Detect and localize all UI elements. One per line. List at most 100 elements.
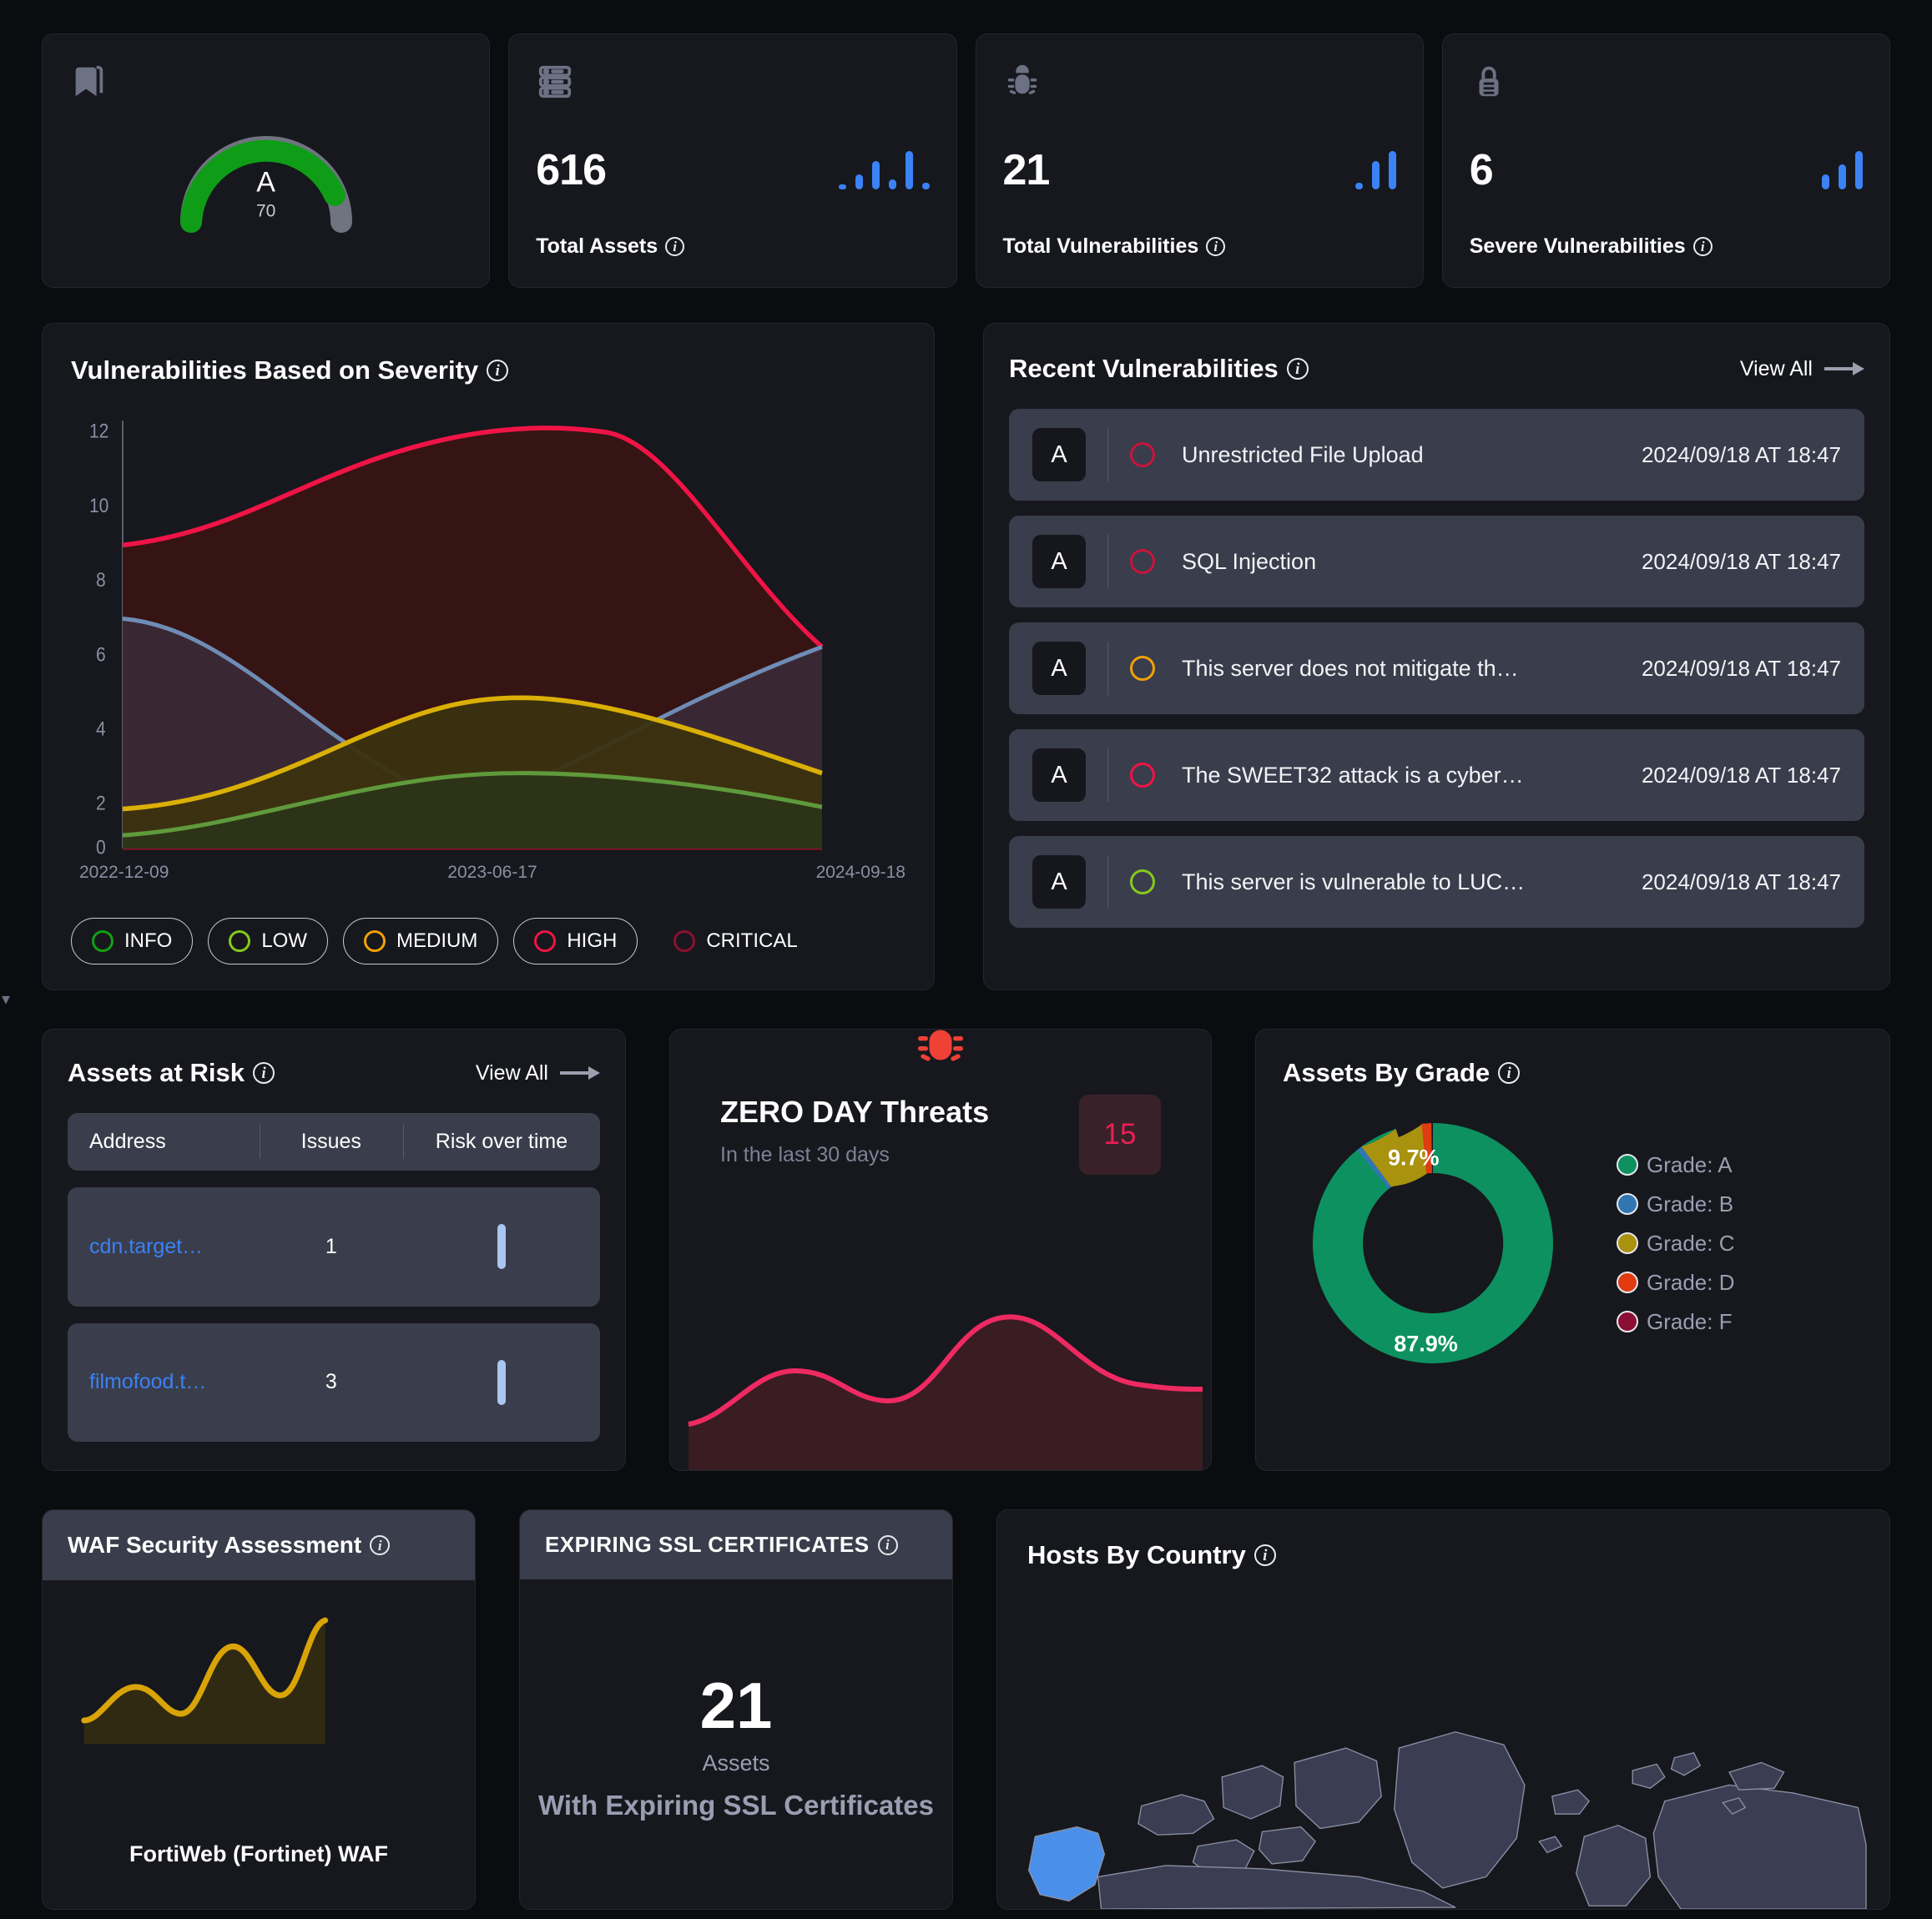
color-swatch-icon	[1617, 1232, 1638, 1254]
world-map[interactable]	[997, 1635, 1889, 1909]
ssl-unit-label: Assets	[702, 1750, 770, 1775]
list-item[interactable]: A This server does not mitigate th… 2024…	[1009, 622, 1864, 714]
color-swatch-icon	[1617, 1311, 1638, 1332]
legend-label: CRITICAL	[706, 929, 798, 952]
vulnerability-timestamp: 2024/09/18 AT 18:47	[1641, 548, 1841, 574]
severity-ring-icon	[534, 930, 557, 952]
severity-panel-title-text: Vulnerabilities Based on Severity	[71, 355, 479, 385]
legend-label: Grade: D	[1647, 1269, 1735, 1295]
column-header-risk-over-time: Risk over time	[402, 1113, 600, 1171]
info-icon[interactable]: i	[252, 1062, 275, 1084]
info-icon[interactable]: i	[877, 1534, 898, 1555]
asset-address-link[interactable]: cdn.target…	[68, 1235, 260, 1259]
grade-badge: A	[1032, 642, 1086, 695]
vulnerability-title: This server is vulnerable to LUC…	[1182, 869, 1526, 894]
recent-view-all-link[interactable]: View All	[1740, 357, 1864, 381]
row-waf-ssl-map: WAF Security Assessment i FortiWeb (Fort…	[42, 1509, 1890, 1910]
assets-by-grade-donut: 9.7% 87.9% Grade: A Grade: B Grade: C Gr…	[1283, 1093, 1863, 1393]
legend-item-info[interactable]: INFO	[71, 918, 194, 965]
zero-day-threats-card: ZERO DAY Threats In the last 30 days 15	[669, 1029, 1212, 1471]
legend-item-grade-d[interactable]: Grade: D	[1617, 1270, 1735, 1296]
severity-ring-icon	[1130, 549, 1155, 574]
severity-ring-icon	[1130, 442, 1155, 467]
svg-text:4: 4	[96, 718, 106, 739]
zero-day-count-badge: 15	[1079, 1095, 1161, 1175]
divider	[1107, 855, 1108, 909]
severe-vulnerabilities-card[interactable]: 6 Severe Vulnerabilities i	[1441, 33, 1890, 288]
legend-item-grade-f[interactable]: Grade: F	[1617, 1309, 1735, 1335]
divider	[1107, 535, 1108, 588]
svg-text:10: 10	[89, 495, 108, 516]
waf-security-assessment-card: WAF Security Assessment i FortiWeb (Fort…	[42, 1509, 476, 1910]
list-item[interactable]: A This server is vulnerable to LUC… 2024…	[1009, 836, 1864, 928]
assets-by-grade-title-text: Assets By Grade	[1283, 1058, 1491, 1087]
view-all-label: View All	[475, 1060, 548, 1085]
severity-ring-icon	[673, 930, 696, 952]
severity-ring-icon	[1130, 869, 1155, 894]
info-icon[interactable]: i	[1498, 1062, 1521, 1084]
info-icon[interactable]: i	[665, 237, 685, 256]
list-item[interactable]: A The SWEET32 attack is a cyber… 2024/09…	[1009, 729, 1864, 821]
info-icon[interactable]: i	[1206, 237, 1226, 256]
asset-issues-count: 1	[325, 1234, 337, 1258]
legend-label: Grade: C	[1647, 1230, 1735, 1256]
table-row[interactable]: cdn.target… 1	[68, 1187, 600, 1307]
x-label-start: 2022-12-09	[79, 863, 169, 882]
recent-vulnerabilities-card: Recent Vulnerabilities i View All A Unre…	[983, 323, 1890, 990]
vulnerability-timestamp: 2024/09/18 AT 18:47	[1641, 441, 1841, 467]
svg-text:12: 12	[89, 420, 108, 441]
info-icon[interactable]: i	[1692, 237, 1713, 256]
info-icon[interactable]: i	[487, 360, 509, 381]
list-item[interactable]: A Unrestricted File Upload 2024/09/18 AT…	[1009, 409, 1864, 501]
severity-area-chart: 12 10 8 6 4 2 0	[71, 404, 905, 859]
grade-badge: A	[1032, 855, 1086, 909]
severity-legend: INFO LOW MEDIUM HIGH CRITICAL	[71, 918, 905, 965]
security-grade-card[interactable]: A 70	[42, 33, 491, 288]
info-icon[interactable]: i	[1254, 1544, 1276, 1566]
color-swatch-icon	[1617, 1154, 1638, 1176]
severe-vulnerabilities-value: 6	[1469, 145, 1494, 194]
total-vulnerabilities-sparkline	[1354, 150, 1396, 189]
legend-item-grade-c[interactable]: Grade: C	[1617, 1231, 1735, 1257]
waf-vendor-name: FortiWeb (Fortinet) WAF	[129, 1841, 388, 1866]
assets-at-risk-header: Assets at Risk i View All	[68, 1058, 600, 1088]
grade-gauge: A 70	[69, 97, 462, 259]
legend-item-grade-b[interactable]: Grade: B	[1617, 1191, 1735, 1217]
severity-ring-icon	[1130, 656, 1155, 681]
view-all-label: View All	[1739, 356, 1813, 380]
vulnerability-timestamp: 2024/09/18 AT 18:47	[1641, 869, 1841, 894]
assets-at-risk-view-all-link[interactable]: View All	[476, 1061, 600, 1085]
legend-label: LOW	[261, 929, 307, 952]
asset-address-link[interactable]: filmofood.t…	[68, 1370, 260, 1394]
info-icon[interactable]: i	[370, 1535, 391, 1555]
legend-item-medium[interactable]: MEDIUM	[343, 918, 499, 965]
legend-label: Grade: A	[1647, 1151, 1733, 1177]
dashboard-page: A 70 616 Total Assets i 21 Total Vulnera…	[0, 0, 1932, 1919]
total-assets-label-text: Total Assets	[536, 234, 658, 258]
list-item[interactable]: A SQL Injection 2024/09/18 AT 18:47	[1009, 516, 1864, 607]
hosts-by-country-title: Hosts By Country i	[1027, 1540, 1859, 1570]
assets-at-risk-card: Assets at Risk i View All Address Issues…	[42, 1029, 626, 1471]
vulnerability-title: The SWEET32 attack is a cyber…	[1182, 762, 1524, 788]
hosts-by-country-card: Hosts By Country i	[996, 1509, 1890, 1910]
svg-text:8: 8	[96, 569, 106, 591]
column-header-issues: Issues	[259, 1113, 403, 1171]
info-icon[interactable]: i	[1286, 358, 1309, 380]
severity-ring-icon	[92, 930, 113, 952]
collapse-caret-icon[interactable]: ▾	[2, 989, 10, 1010]
row-severity-and-recent: Vulnerabilities Based on Severity i 12 1…	[42, 323, 1890, 990]
legend-item-critical[interactable]: CRITICAL	[653, 918, 818, 965]
legend-item-grade-a[interactable]: Grade: A	[1617, 1152, 1735, 1178]
legend-item-low[interactable]: LOW	[208, 918, 328, 965]
x-label-end: 2024-09-18	[815, 863, 905, 882]
table-row[interactable]: filmofood.t… 3	[68, 1322, 600, 1443]
recent-panel-title-text: Recent Vulnerabilities	[1009, 354, 1279, 383]
grade-score: 70	[255, 201, 276, 221]
svg-text:2: 2	[96, 792, 106, 813]
legend-item-high[interactable]: HIGH	[513, 918, 638, 965]
total-vulnerabilities-card[interactable]: 21 Total Vulnerabilities i	[975, 33, 1424, 288]
total-assets-card[interactable]: 616 Total Assets i	[508, 33, 957, 288]
color-swatch-icon	[1617, 1272, 1638, 1293]
legend-label: Grade: F	[1647, 1308, 1733, 1334]
vulnerability-title: Unrestricted File Upload	[1182, 441, 1424, 467]
